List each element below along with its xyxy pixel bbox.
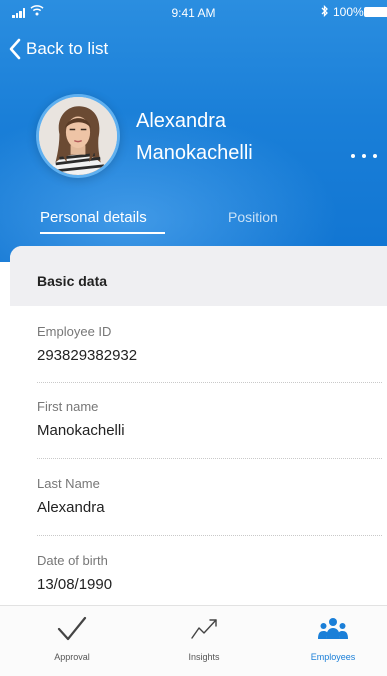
field-value: 13/08/1990 [37,576,113,593]
tabbar-label: Employees [310,652,356,662]
tabbar-item-employees[interactable]: Employees [283,606,383,666]
field-label: First name [37,399,99,414]
tabbar-label: Insights [188,652,220,662]
profile-header: 9:41 AM 100% Back to list Alexandra Mano… [0,0,387,262]
checkmark-icon [57,616,87,641]
battery-icon [364,7,387,17]
field-employee-id: Employee ID 293829382932 [37,324,137,364]
field-first-name: First name Manokachelli [37,399,125,439]
bluetooth-icon [321,5,328,17]
tab-position[interactable]: Position [228,209,278,225]
details-card: Basic data Employee ID 293829382932 Firs… [10,246,387,608]
chevron-left-icon [9,38,21,60]
field-last-name: Last Name Alexandra [37,476,105,516]
tabbar-item-approval[interactable]: Approval [22,606,122,666]
avatar [36,94,120,178]
dotted-divider [37,535,382,536]
trend-line-icon [191,619,217,639]
tab-personal-details[interactable]: Personal details [40,209,147,226]
profile-name-line-1: Alexandra [136,110,227,132]
battery-percentage: 100% [333,5,364,19]
bottom-tab-bar: Approval Insights Employees [0,605,387,676]
status-bar: 9:41 AM 100% [0,0,387,26]
field-label: Date of birth [37,553,108,568]
field-value: Manokachelli [37,422,125,439]
back-to-list-button[interactable]: Back to list [8,36,108,62]
tabbar-label: Approval [54,652,90,662]
more-options-icon[interactable] [351,151,377,161]
profile-name-line-2: Manokachelli [136,142,253,164]
dotted-divider [37,382,382,383]
active-tab-indicator [40,232,165,234]
phone-screen: 9:41 AM 100% Back to list Alexandra Mano… [0,0,387,676]
field-label: Last Name [37,476,100,491]
avatar-portrait [39,97,117,175]
people-group-icon [318,618,348,639]
field-label: Employee ID [37,324,112,339]
field-value: 293829382932 [37,347,138,364]
dotted-divider [37,458,382,459]
field-date-of-birth: Date of birth 13/08/1990 [37,553,112,593]
section-title: Basic data [37,273,108,289]
section-header: Basic data [10,246,387,306]
field-value: Alexandra [37,499,105,516]
back-label: Back to list [26,39,109,58]
tabbar-item-insights[interactable]: Insights [154,606,254,666]
